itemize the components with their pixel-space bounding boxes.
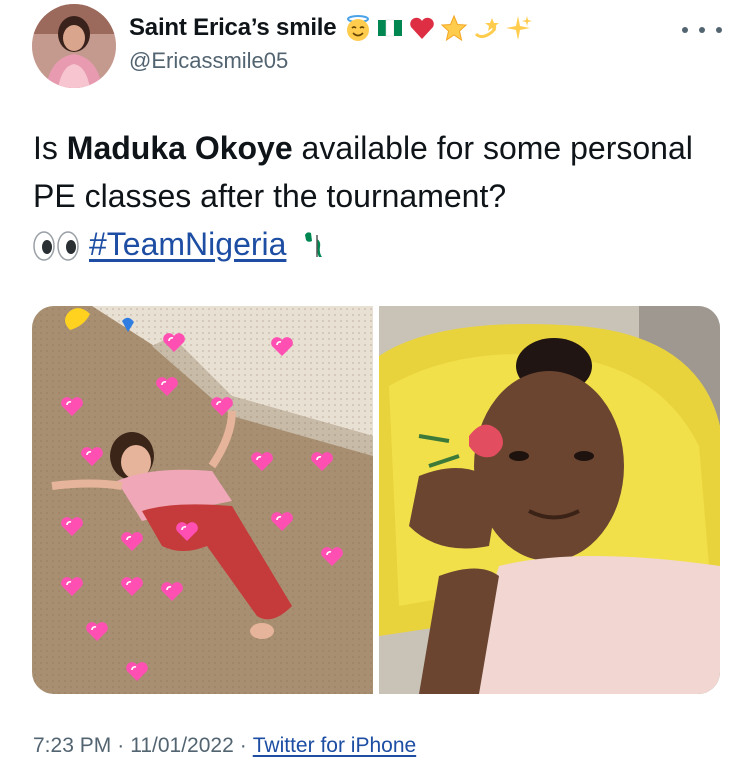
dot <box>682 27 688 33</box>
name-emojis <box>344 14 533 42</box>
sparkles-icon <box>506 16 533 40</box>
tweet-date[interactable]: 11/01/2022 <box>130 734 234 758</box>
more-options-icon[interactable] <box>682 20 722 40</box>
separator: · <box>117 734 125 757</box>
africa-flag-icon <box>305 232 323 257</box>
dot <box>699 27 705 33</box>
photo-woman-with-flower[interactable] <box>379 306 720 694</box>
dizzy-icon <box>475 18 500 39</box>
eyes-icon <box>33 231 79 261</box>
dot <box>716 27 722 33</box>
handle[interactable]: @Ericassmile05 <box>129 48 288 74</box>
mentioned-name: Maduka Okoye <box>66 130 293 166</box>
red-heart-icon <box>410 17 435 39</box>
display-name[interactable]: Saint Erica’s smile <box>129 14 337 42</box>
separator: · <box>239 734 247 757</box>
woman-with-flower-photo-icon <box>379 306 720 694</box>
smiling-face-with-halo-icon <box>347 15 370 41</box>
tweet-text-prefix: Is <box>33 130 67 166</box>
tweet-header: Saint Erica’s smile @Ericassmile05 <box>0 0 750 100</box>
hashtag-link[interactable]: #TeamNigeria <box>89 226 286 262</box>
tweet-text: Is Maduka Okoye available for some perso… <box>33 124 733 268</box>
child-with-hearts-photo-icon <box>32 306 373 694</box>
photo-child-with-hearts[interactable] <box>32 306 373 694</box>
avatar[interactable] <box>32 4 116 88</box>
nigeria-flag-icon <box>378 19 403 37</box>
tweet-source-link[interactable]: Twitter for iPhone <box>253 734 416 758</box>
tweet-time[interactable]: 7:23 PM <box>33 734 111 758</box>
media-grid <box>32 306 720 694</box>
star-icon <box>441 14 468 42</box>
tweet-meta: 7:23 PM · 11/01/2022 · Twitter for iPhon… <box>33 734 416 758</box>
